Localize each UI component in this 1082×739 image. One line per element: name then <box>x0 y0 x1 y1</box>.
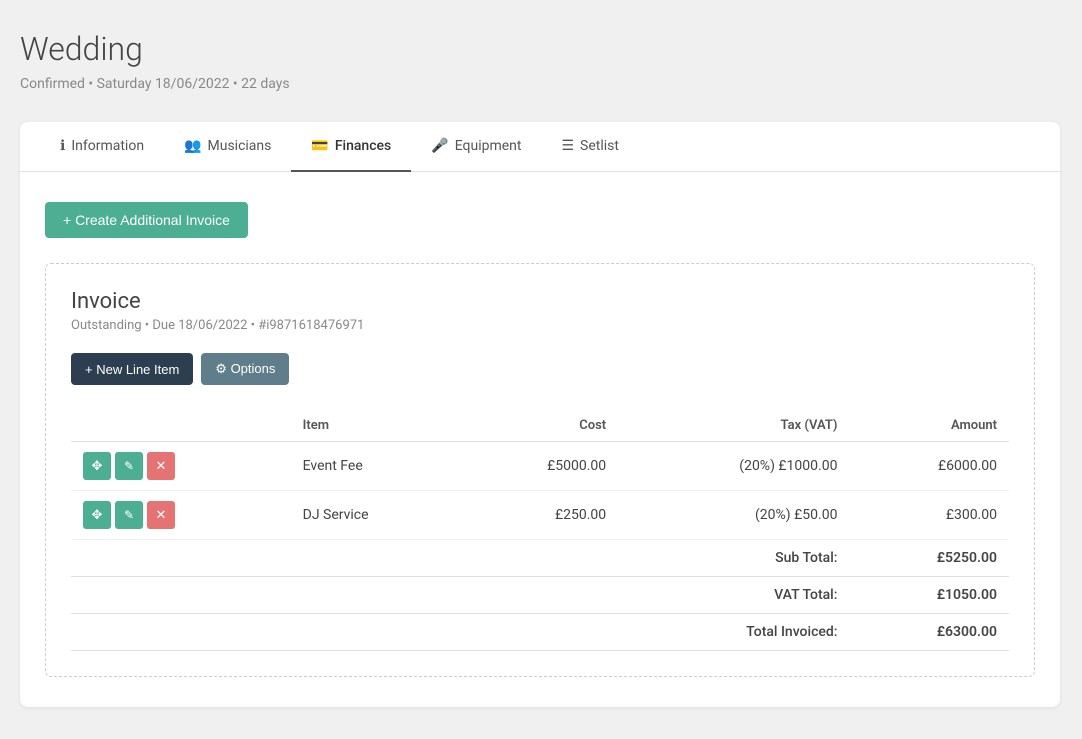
invoice-table: Item Cost Tax (VAT) Amount ✥ ✎ ✕ <box>71 410 1009 651</box>
subtotal-label: Sub Total: <box>618 540 849 577</box>
info-icon: ℹ <box>60 138 65 154</box>
edit-button[interactable]: ✎ <box>115 501 143 529</box>
row-actions: ✥ ✎ ✕ <box>83 452 279 480</box>
item-amount: £300.00 <box>849 491 1009 540</box>
delete-button[interactable]: ✕ <box>147 452 175 480</box>
item-amount: £6000.00 <box>849 442 1009 491</box>
invoice-actions: + New Line Item ⚙ Options <box>71 353 1009 385</box>
musicians-icon: 👥 <box>184 138 201 154</box>
tab-equipment-label: Equipment <box>455 138 522 154</box>
item-tax: (20%) £1000.00 <box>618 442 849 491</box>
total-value: £6300.00 <box>849 614 1009 651</box>
vat-label: VAT Total: <box>618 577 849 614</box>
row-actions-cell: ✥ ✎ ✕ <box>71 491 291 540</box>
invoice-card: Invoice Outstanding • Due 18/06/2022 • #… <box>45 263 1035 677</box>
row-actions-cell: ✥ ✎ ✕ <box>71 442 291 491</box>
col-cost: Cost <box>461 410 618 442</box>
options-button[interactable]: ⚙ Options <box>201 353 289 385</box>
vat-row: VAT Total: £1050.00 <box>71 577 1009 614</box>
move-button[interactable]: ✥ <box>83 501 111 529</box>
invoice-title: Invoice <box>71 289 1009 314</box>
col-tax: Tax (VAT) <box>618 410 849 442</box>
item-cost: £250.00 <box>461 491 618 540</box>
create-invoice-button[interactable]: + Create Additional Invoice <box>45 202 248 238</box>
edit-button[interactable]: ✎ <box>115 452 143 480</box>
tab-musicians[interactable]: 👥 Musicians <box>164 122 291 172</box>
col-amount: Amount <box>849 410 1009 442</box>
total-label: Total Invoiced: <box>618 614 849 651</box>
tab-setlist[interactable]: ☰ Setlist <box>541 122 639 172</box>
page-subtitle: Confirmed • Saturday 18/06/2022 • 22 day… <box>20 76 1062 92</box>
tab-musicians-label: Musicians <box>208 138 272 154</box>
row-actions: ✥ ✎ ✕ <box>83 501 279 529</box>
tabs-bar: ℹ Information 👥 Musicians 💳 Finances 🎤 E… <box>20 122 1060 172</box>
item-name: Event Fee <box>291 442 461 491</box>
tab-information-label: Information <box>71 138 144 154</box>
tab-information[interactable]: ℹ Information <box>40 122 164 172</box>
new-line-item-button[interactable]: + New Line Item <box>71 353 193 385</box>
table-row: ✥ ✎ ✕ Event Fee £5000.00 (20%) £1000.00 … <box>71 442 1009 491</box>
equipment-icon: 🎤 <box>431 138 448 154</box>
total-row: Total Invoiced: £6300.00 <box>71 614 1009 651</box>
item-tax: (20%) £50.00 <box>618 491 849 540</box>
invoice-meta: Outstanding • Due 18/06/2022 • #i9871618… <box>71 318 1009 333</box>
tab-setlist-label: Setlist <box>580 138 619 154</box>
tab-finances-label: Finances <box>335 138 391 154</box>
tab-equipment[interactable]: 🎤 Equipment <box>411 122 541 172</box>
finances-icon: 💳 <box>311 138 328 154</box>
subtotal-value: £5250.00 <box>849 540 1009 577</box>
move-button[interactable]: ✥ <box>83 452 111 480</box>
item-cost: £5000.00 <box>461 442 618 491</box>
table-row: ✥ ✎ ✕ DJ Service £250.00 (20%) £50.00 £3… <box>71 491 1009 540</box>
tab-finances[interactable]: 💳 Finances <box>291 122 411 172</box>
setlist-icon: ☰ <box>561 138 574 154</box>
tab-content: + Create Additional Invoice Invoice Outs… <box>20 172 1060 707</box>
main-card: ℹ Information 👥 Musicians 💳 Finances 🎤 E… <box>20 122 1060 707</box>
subtotal-row: Sub Total: £5250.00 <box>71 540 1009 577</box>
vat-value: £1050.00 <box>849 577 1009 614</box>
item-name: DJ Service <box>291 491 461 540</box>
table-header-row: Item Cost Tax (VAT) Amount <box>71 410 1009 442</box>
delete-button[interactable]: ✕ <box>147 501 175 529</box>
col-item: Item <box>291 410 461 442</box>
col-actions <box>71 410 291 442</box>
page-title: Wedding <box>20 30 1062 68</box>
